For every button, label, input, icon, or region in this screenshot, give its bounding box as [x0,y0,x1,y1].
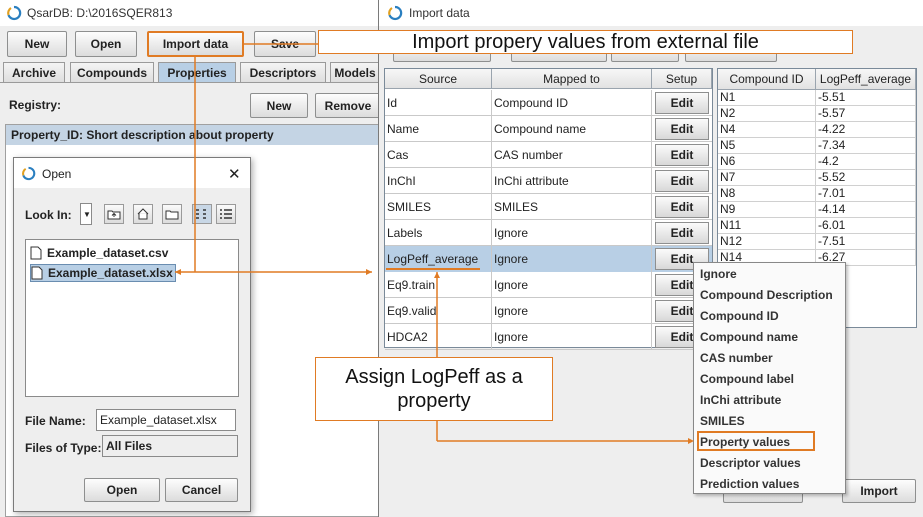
assign-annotation-callout: Assign LogPeff as a property [315,357,553,421]
annotation-connectors [175,43,694,444]
assign-annotation-text: Assign LogPeff as a property [345,366,523,412]
import-annotation-text: Import propery values from external file [412,31,759,53]
import-annotation-callout: Import propery values from external file [318,30,853,54]
